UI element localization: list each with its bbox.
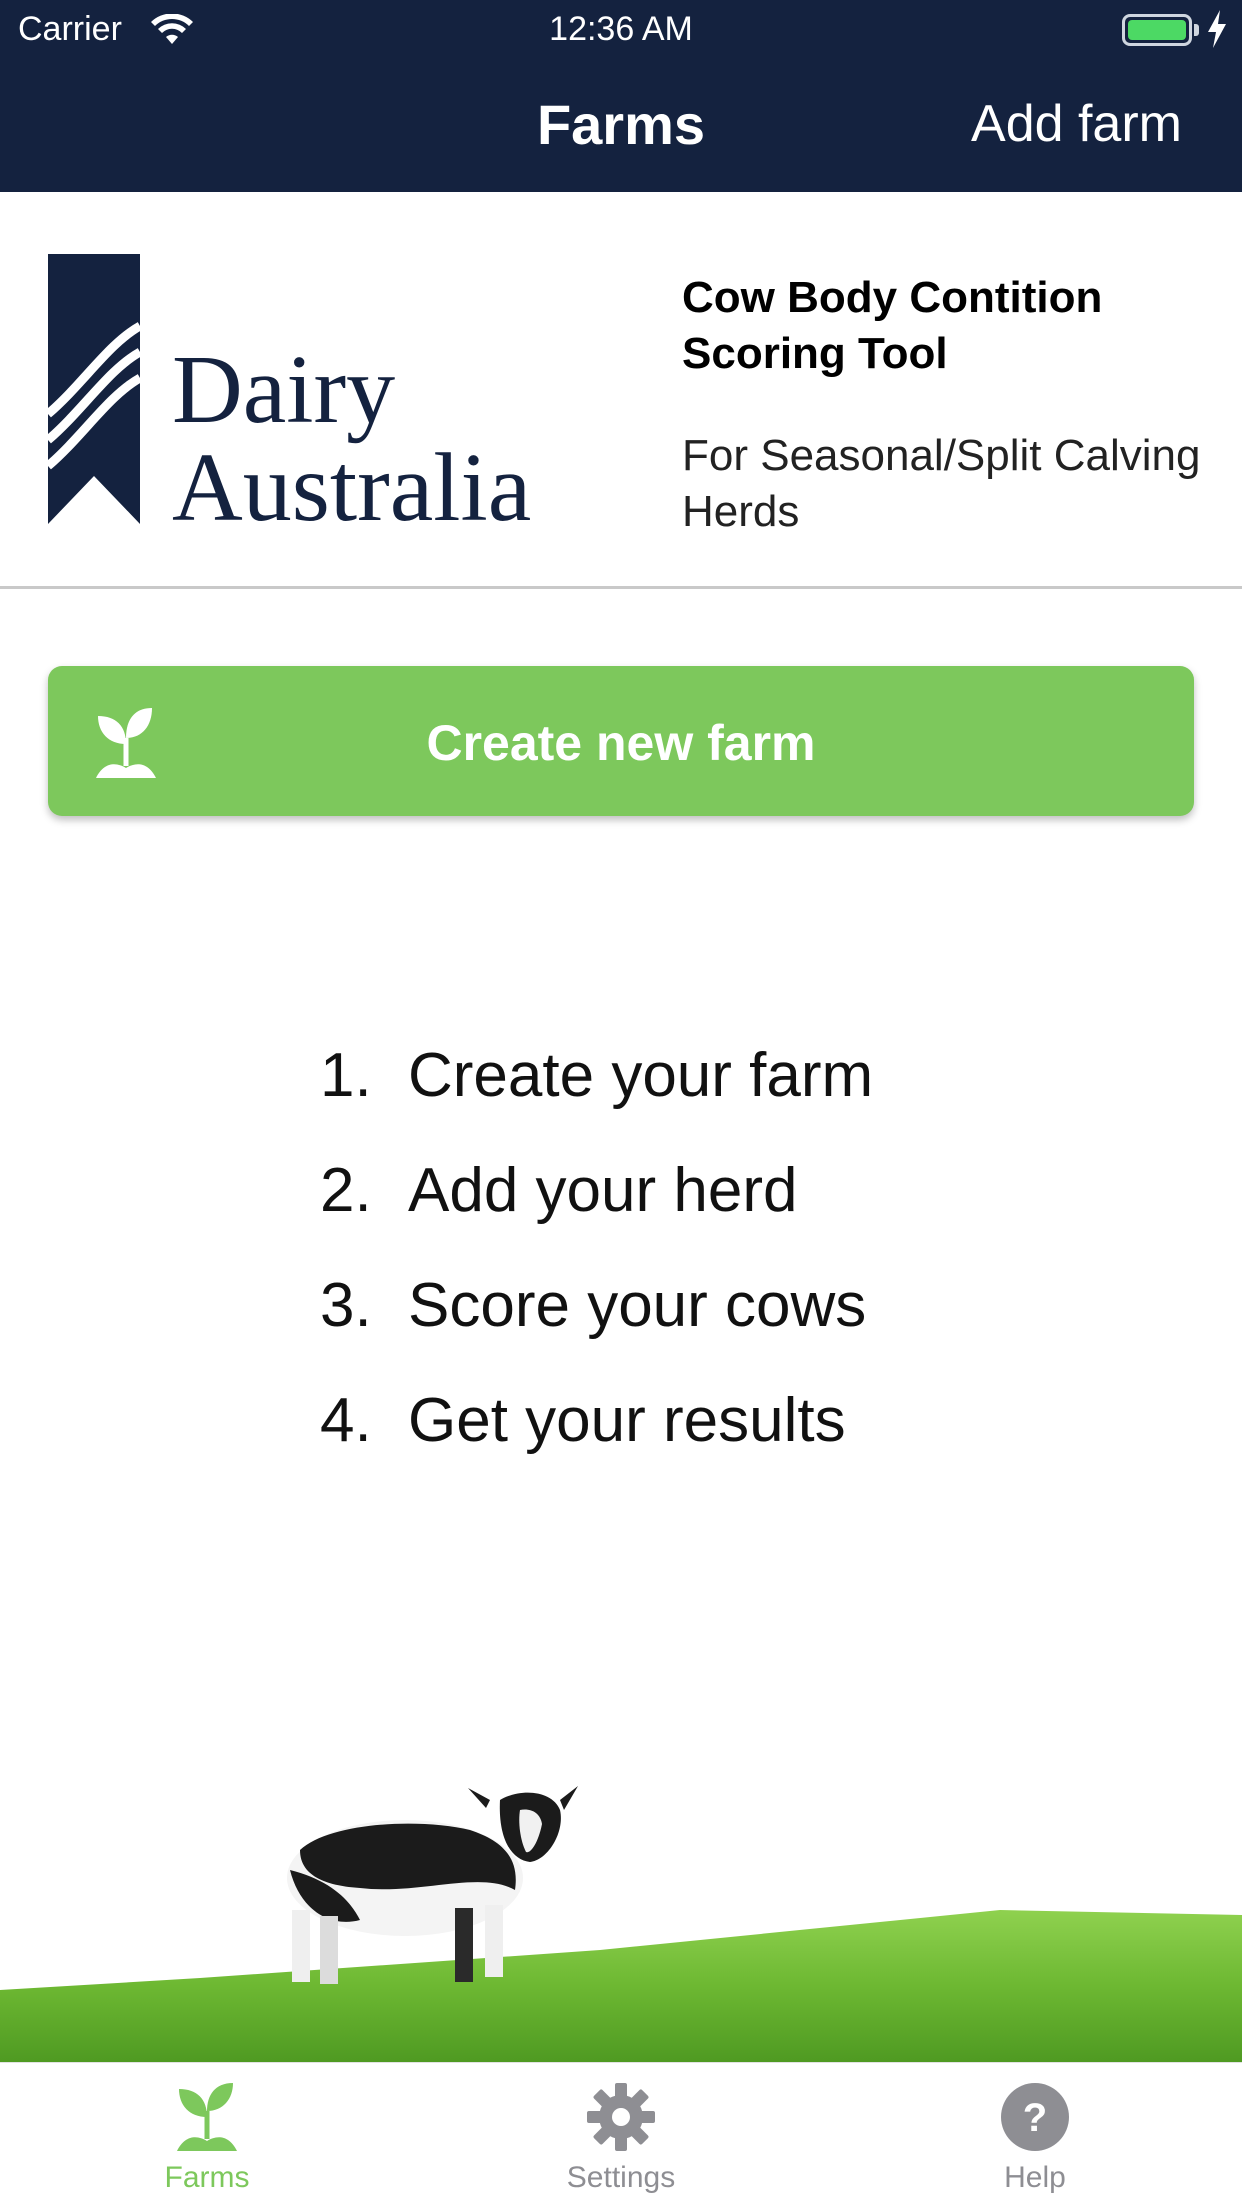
battery-tip <box>1194 24 1199 36</box>
step-text: Add your herd <box>408 1156 798 1225</box>
step-number: 2. <box>320 1156 372 1225</box>
step-number: 1. <box>320 1041 372 1110</box>
svg-text:Australia: Australia <box>172 434 531 524</box>
tab-settings[interactable]: Settings <box>414 2063 828 2208</box>
step-item: 4. Get your results <box>320 1385 1120 1500</box>
steps-list: 1. Create your farm 2. Add your herd 3. Sco… <box>320 1040 1120 1500</box>
step-text: Create your farm <box>408 1041 874 1110</box>
svg-text:Dairy: Dairy <box>172 336 395 444</box>
tab-help-label: Help <box>1004 2161 1066 2194</box>
add-farm-button[interactable]: Add farm <box>971 94 1182 154</box>
tab-bar: Farms Settings ? Help <box>0 2062 1242 2208</box>
help-icon: ? <box>1001 2083 1069 2151</box>
svg-text:?: ? <box>1023 2096 1047 2140</box>
cow-image <box>287 1786 578 1984</box>
tab-farms-label: Farms <box>164 2161 250 2194</box>
dairy-australia-logo: Dairy Australia <box>48 254 531 524</box>
step-item: 2. Add your herd <box>320 1155 1120 1270</box>
brand-header: Dairy Australia Cow Body Contition Scori… <box>0 192 1242 589</box>
step-item: 1. Create your farm <box>320 1040 1120 1155</box>
cow-pasture-illustration <box>0 1760 1242 2062</box>
step-item: 3. Score your cows <box>320 1270 1120 1385</box>
gear-icon <box>587 2083 655 2151</box>
step-number: 3. <box>320 1271 372 1340</box>
tool-title: Cow Body Contition Scoring Tool <box>682 273 1103 378</box>
step-text: Get your results <box>408 1386 846 1455</box>
sprout-icon <box>177 2083 237 2151</box>
create-new-farm-label: Create new farm <box>426 715 816 771</box>
battery-icon <box>1122 14 1192 46</box>
tab-settings-label: Settings <box>566 2161 676 2194</box>
navigation-bar: Carrier 12:36 AM Farms Add farm <box>0 0 1242 192</box>
tool-subtitle: For Seasonal/Split Calving Herds <box>682 431 1201 536</box>
step-number: 4. <box>320 1386 372 1455</box>
charging-icon <box>1208 10 1226 48</box>
create-new-farm-button[interactable]: Create new farm <box>48 666 1194 816</box>
status-time: 12:36 AM <box>549 10 693 48</box>
step-text: Score your cows <box>408 1271 867 1340</box>
tab-help[interactable]: ? Help <box>828 2063 1242 2208</box>
tab-farms[interactable]: Farms <box>0 2063 414 2208</box>
status-bar: Carrier 12:36 AM <box>0 0 1242 60</box>
